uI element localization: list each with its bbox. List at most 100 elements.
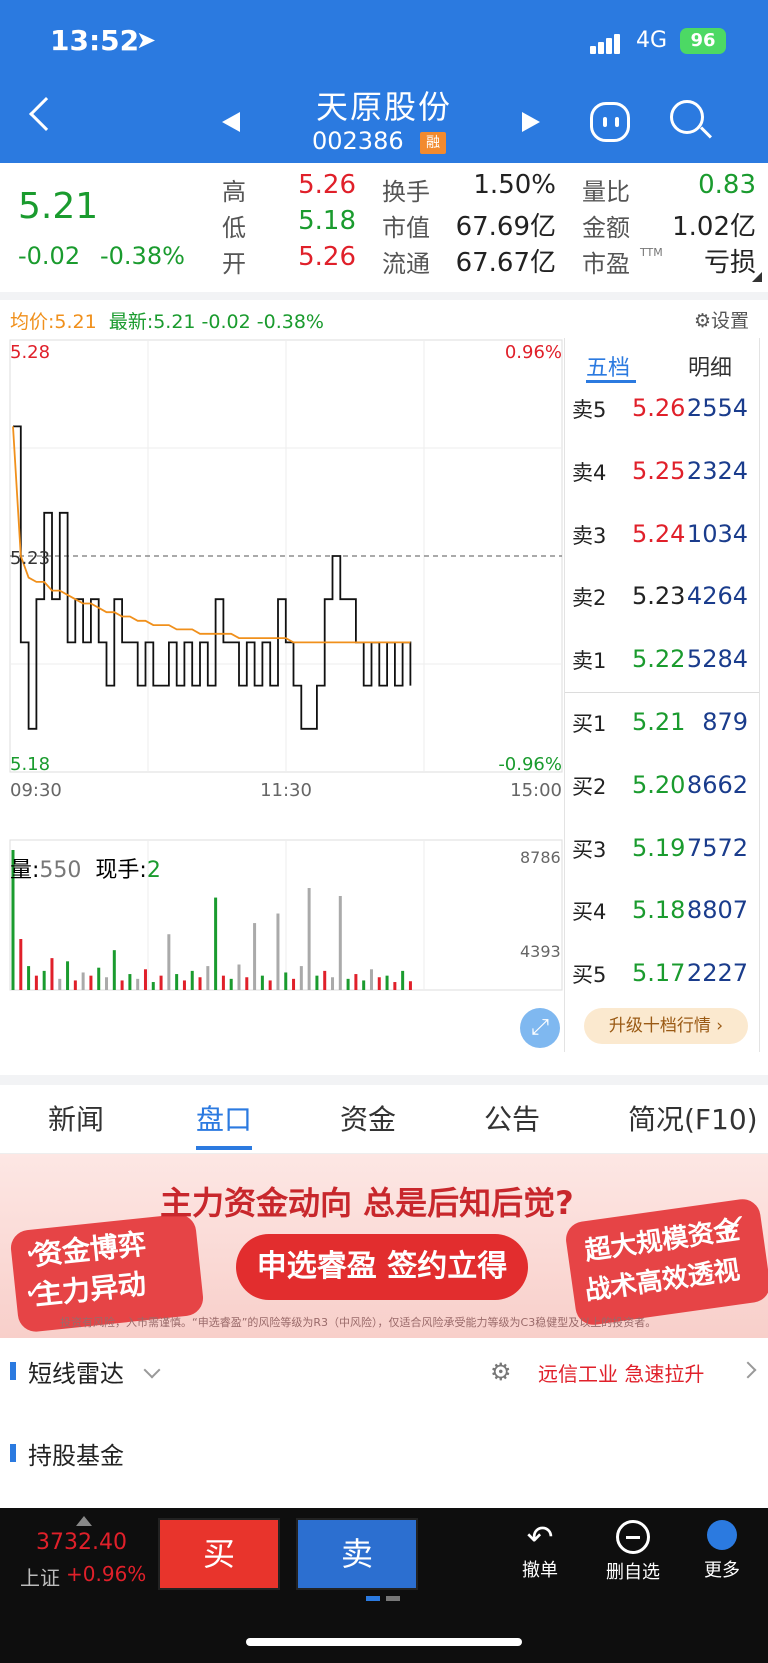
search-icon[interactable] (670, 100, 713, 139)
volume-bar (338, 895, 342, 990)
volume-bar (206, 966, 210, 990)
order-book-row[interactable]: 买1 5.21 879 (572, 708, 756, 740)
undo-order-button[interactable]: ↶ 撤单 (518, 1518, 562, 1582)
battery-indicator: 96 (680, 28, 726, 54)
time-label: 09:30 (10, 780, 62, 801)
gear-icon[interactable]: ⚙ (490, 1358, 512, 1386)
expand-up-icon[interactable] (76, 1516, 92, 1526)
level-volume: 7572 (686, 833, 748, 862)
remove-watch-button[interactable]: 删自选 (600, 1518, 666, 1584)
volume-bar (50, 958, 54, 990)
volume-bar (369, 969, 373, 990)
upgrade-button[interactable]: 升级十档行情 › (584, 1008, 748, 1044)
stat-value: 0.83 (698, 170, 756, 200)
stat-value: 亏损 (703, 248, 756, 278)
page-dot (366, 1596, 380, 1601)
order-book-row[interactable]: 买4 5.18 8807 (572, 896, 756, 928)
sell-button[interactable]: 卖 (296, 1518, 418, 1590)
tab-underline (586, 380, 636, 383)
section-funds-holding[interactable]: 持股基金 (28, 1436, 124, 1471)
volume-bar (245, 977, 249, 990)
level-label: 买4 (572, 900, 607, 925)
radar-alert[interactable]: 远信工业 急速拉升 (538, 1358, 704, 1387)
time-label: 11:30 (260, 780, 312, 801)
tab-funds[interactable]: 资金 (340, 1098, 396, 1138)
minus-circle-icon (616, 1520, 650, 1554)
y-mid-label: 5.23 (10, 548, 50, 569)
pct-low-label: -0.96% (498, 754, 562, 775)
tab-pankou[interactable]: 盘口 (196, 1098, 252, 1138)
tab-profile[interactable]: 简况(F10) (628, 1098, 758, 1138)
stat-value: 5.18 (298, 206, 356, 236)
section-short-radar[interactable]: 短线雷达 (28, 1354, 124, 1389)
tab-five-levels[interactable]: 五档 (586, 350, 630, 382)
order-book-row[interactable]: 卖5 5.26 2554 (572, 394, 756, 426)
expand-icon[interactable]: ⤢ (520, 1008, 560, 1048)
pe-ttm-label: TTM (640, 246, 663, 259)
level-label: 卖3 (572, 523, 607, 548)
tab-announcements[interactable]: 公告 (484, 1098, 540, 1138)
level-label: 买5 (572, 963, 607, 988)
order-book-row[interactable]: 买3 5.19 7572 (572, 834, 756, 866)
chat-icon[interactable] (590, 102, 630, 142)
volume-bar (385, 975, 389, 990)
order-book-row[interactable]: 卖2 5.23 4264 (572, 582, 756, 614)
chevron-right-icon[interactable] (739, 1361, 757, 1379)
volume-mid: 4393 (520, 942, 561, 961)
chevron-down-icon[interactable] (143, 1361, 161, 1379)
order-book-row[interactable]: 买5 5.17 2227 (572, 959, 756, 991)
volume-bar (159, 975, 163, 990)
volume-bar (346, 978, 350, 990)
level-volume: 4264 (686, 582, 748, 611)
volume-bar (362, 980, 366, 990)
level-price: 5.19 (632, 833, 686, 862)
level-label: 卖1 (572, 649, 607, 674)
settings-button[interactable]: ⚙设置 (694, 306, 749, 333)
order-book-row[interactable]: 卖4 5.25 2324 (572, 457, 756, 489)
volume-bar (190, 970, 194, 990)
margin-badge: 融 (420, 132, 446, 154)
more-button[interactable]: 更多 (700, 1518, 744, 1582)
level-volume: 5284 (686, 645, 748, 674)
level-price: 5.17 (632, 959, 686, 988)
location-icon: ➤ (136, 26, 157, 54)
intraday-chart[interactable]: 5.28 5.23 5.18 0.96% -0.96% 09:30 11:30 15:00 (0, 330, 564, 1060)
volume-bar (34, 975, 38, 990)
corner-indicator (752, 272, 762, 282)
level-volume: 879 (702, 708, 748, 736)
index-value[interactable]: 3732.40 (36, 1530, 127, 1555)
volume-bar (307, 888, 311, 990)
order-book-row[interactable]: 卖3 5.24 1034 (572, 520, 756, 552)
signal-icon (590, 34, 622, 54)
level-price: 5.26 (632, 394, 686, 422)
divider (0, 1075, 768, 1085)
y-high-label: 5.28 (10, 342, 50, 363)
volume-bar (292, 978, 296, 990)
level-volume: 2324 (686, 456, 748, 485)
level-price: 5.21 (632, 708, 686, 736)
volume-bar (182, 980, 186, 990)
volume-bar (97, 967, 101, 990)
volume-bar (19, 939, 23, 990)
level-volume: 2227 (686, 959, 748, 988)
tab-news[interactable]: 新闻 (48, 1098, 104, 1138)
buy-button[interactable]: 买 (158, 1518, 280, 1590)
volume-bar (214, 897, 218, 990)
tab-details[interactable]: 明细 (688, 350, 732, 382)
stat-label: 换手 (382, 178, 430, 206)
divider (565, 692, 759, 693)
volume-bar (284, 972, 288, 990)
banner-cta[interactable]: 申选睿盈 签约立得 (236, 1234, 528, 1300)
volume-bar (27, 966, 31, 990)
network-type: 4G (636, 28, 668, 53)
order-book-row[interactable]: 买2 5.20 8662 (572, 771, 756, 803)
volume-bar (315, 975, 319, 990)
status-time: 13:52 (50, 24, 140, 57)
level-label: 卖5 (572, 398, 607, 422)
stat-value: 1.50% (473, 170, 556, 200)
level-price: 5.25 (632, 456, 686, 485)
volume-bar (377, 977, 381, 990)
volume-bar (120, 980, 124, 990)
order-book-row[interactable]: 卖1 5.22 5284 (572, 645, 756, 677)
stock-code: 002386 (312, 127, 404, 155)
